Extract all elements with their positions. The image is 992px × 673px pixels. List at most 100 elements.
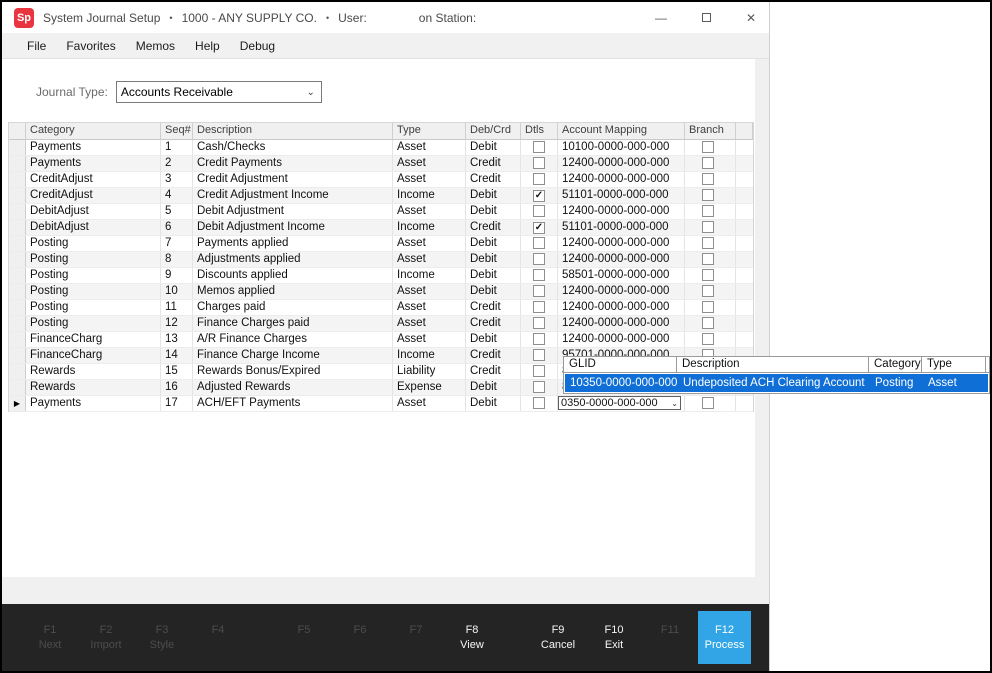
type-cell[interactable]: Asset <box>393 284 466 299</box>
seq-cell[interactable]: 11 <box>161 300 193 315</box>
row-selector-cell[interactable] <box>9 252 26 267</box>
table-row[interactable]: CreditAdjust4Credit Adjustment IncomeInc… <box>9 188 753 204</box>
branch-checkbox[interactable] <box>702 205 714 217</box>
category-cell[interactable]: Rewards <box>26 364 161 379</box>
debcrd-cell[interactable]: Credit <box>466 172 521 187</box>
description-cell[interactable]: Cash/Checks <box>193 140 393 155</box>
type-cell[interactable]: Asset <box>393 316 466 331</box>
description-cell[interactable]: A/R Finance Charges <box>193 332 393 347</box>
table-row[interactable]: ▶Payments17ACH/EFT PaymentsAssetDebit035… <box>9 396 753 412</box>
table-row[interactable]: Posting12Finance Charges paidAssetCredit… <box>9 316 753 332</box>
category-cell[interactable]: CreditAdjust <box>26 172 161 187</box>
debcrd-cell[interactable]: Debit <box>466 284 521 299</box>
description-cell[interactable]: Finance Charge Income <box>193 348 393 363</box>
seq-cell[interactable]: 1 <box>161 140 193 155</box>
branch-checkbox[interactable] <box>702 269 714 281</box>
seq-cell[interactable]: 17 <box>161 396 193 411</box>
row-selector-cell[interactable] <box>9 156 26 171</box>
row-selector-cell[interactable]: ▶ <box>9 396 26 411</box>
seq-cell[interactable]: 10 <box>161 284 193 299</box>
dtls-checkbox[interactable] <box>533 157 545 169</box>
fn-key-f6[interactable]: F6 <box>332 611 388 664</box>
debcrd-cell[interactable]: Credit <box>466 348 521 363</box>
fn-key-f1[interactable]: F1Next <box>22 611 78 664</box>
account-mapping-cell[interactable]: 0350-0000-000-000⌄ <box>558 396 685 411</box>
table-row[interactable]: Posting8Adjustments appliedAssetDebit124… <box>9 252 753 268</box>
account-mapping-cell[interactable]: 12400-0000-000-000 <box>558 316 685 331</box>
table-row[interactable]: Posting7Payments appliedAssetDebit12400-… <box>9 236 753 252</box>
type-cell[interactable]: Asset <box>393 156 466 171</box>
row-selector-cell[interactable] <box>9 284 26 299</box>
fn-key-f10[interactable]: F10Exit <box>586 611 642 664</box>
account-mapping-cell[interactable]: 12400-0000-000-000 <box>558 172 685 187</box>
account-mapping-combobox[interactable]: 0350-0000-000-000⌄ <box>558 396 681 410</box>
category-cell[interactable]: Posting <box>26 252 161 267</box>
account-mapping-cell[interactable]: 12400-0000-000-000 <box>558 300 685 315</box>
type-cell[interactable]: Asset <box>393 172 466 187</box>
description-cell[interactable]: Credit Payments <box>193 156 393 171</box>
debcrd-cell[interactable]: Debit <box>466 140 521 155</box>
fn-key-f8[interactable]: F8View <box>444 611 500 664</box>
seq-cell[interactable]: 13 <box>161 332 193 347</box>
description-cell[interactable]: Charges paid <box>193 300 393 315</box>
close-button[interactable]: ✕ <box>745 12 757 24</box>
account-mapping-cell[interactable]: 12400-0000-000-000 <box>558 332 685 347</box>
branch-checkbox[interactable] <box>702 237 714 249</box>
description-cell[interactable]: Credit Adjustment <box>193 172 393 187</box>
description-cell[interactable]: Discounts applied <box>193 268 393 283</box>
account-mapping-cell[interactable]: 12400-0000-000-000 <box>558 204 685 219</box>
row-selector-cell[interactable] <box>9 348 26 363</box>
type-cell[interactable]: Income <box>393 348 466 363</box>
dtls-checkbox[interactable] <box>533 381 545 393</box>
branch-checkbox[interactable] <box>702 301 714 313</box>
branch-checkbox[interactable] <box>702 157 714 169</box>
branch-checkbox[interactable] <box>702 285 714 297</box>
dtls-checkbox[interactable] <box>533 317 545 329</box>
category-cell[interactable]: Rewards <box>26 380 161 395</box>
seq-cell[interactable]: 15 <box>161 364 193 379</box>
fn-key-f4[interactable]: F4 <box>190 611 246 664</box>
type-cell[interactable]: Asset <box>393 332 466 347</box>
row-selector-cell[interactable] <box>9 172 26 187</box>
fn-key-f2[interactable]: F2Import <box>78 611 134 664</box>
description-cell[interactable]: ACH/EFT Payments <box>193 396 393 411</box>
category-cell[interactable]: CreditAdjust <box>26 188 161 203</box>
debcrd-cell[interactable]: Debit <box>466 252 521 267</box>
debcrd-cell[interactable]: Debit <box>466 396 521 411</box>
category-cell[interactable]: Posting <box>26 316 161 331</box>
dtls-checkbox[interactable] <box>533 173 545 185</box>
account-mapping-cell[interactable]: 51101-0000-000-000 <box>558 188 685 203</box>
row-selector-cell[interactable] <box>9 220 26 235</box>
seq-cell[interactable]: 7 <box>161 236 193 251</box>
dtls-checkbox[interactable] <box>533 285 545 297</box>
category-cell[interactable]: Payments <box>26 140 161 155</box>
row-selector-cell[interactable] <box>9 380 26 395</box>
seq-cell[interactable]: 6 <box>161 220 193 235</box>
fn-key-f3[interactable]: F3Style <box>134 611 190 664</box>
type-cell[interactable]: Liability <box>393 364 466 379</box>
category-cell[interactable]: Posting <box>26 236 161 251</box>
account-mapping-cell[interactable]: 12400-0000-000-000 <box>558 236 685 251</box>
branch-checkbox[interactable] <box>702 189 714 201</box>
row-selector-cell[interactable] <box>9 332 26 347</box>
description-cell[interactable]: Adjusted Rewards <box>193 380 393 395</box>
dtls-checkbox[interactable] <box>533 253 545 265</box>
type-cell[interactable]: Asset <box>393 236 466 251</box>
menu-item-favorites[interactable]: Favorites <box>56 33 125 58</box>
row-selector-cell[interactable] <box>9 204 26 219</box>
account-mapping-cell[interactable]: 12400-0000-000-000 <box>558 284 685 299</box>
debcrd-cell[interactable]: Debit <box>466 204 521 219</box>
menu-item-memos[interactable]: Memos <box>126 33 185 58</box>
branch-checkbox[interactable] <box>702 173 714 185</box>
table-row[interactable]: Posting9Discounts appliedIncomeDebit5850… <box>9 268 753 284</box>
debcrd-cell[interactable]: Debit <box>466 188 521 203</box>
seq-cell[interactable]: 9 <box>161 268 193 283</box>
category-cell[interactable]: Posting <box>26 300 161 315</box>
dtls-checkbox[interactable] <box>533 269 545 281</box>
branch-checkbox[interactable] <box>702 333 714 345</box>
dtls-checkbox[interactable] <box>533 397 545 409</box>
debcrd-cell[interactable]: Debit <box>466 332 521 347</box>
category-cell[interactable]: Posting <box>26 268 161 283</box>
seq-cell[interactable]: 16 <box>161 380 193 395</box>
description-cell[interactable]: Adjustments applied <box>193 252 393 267</box>
